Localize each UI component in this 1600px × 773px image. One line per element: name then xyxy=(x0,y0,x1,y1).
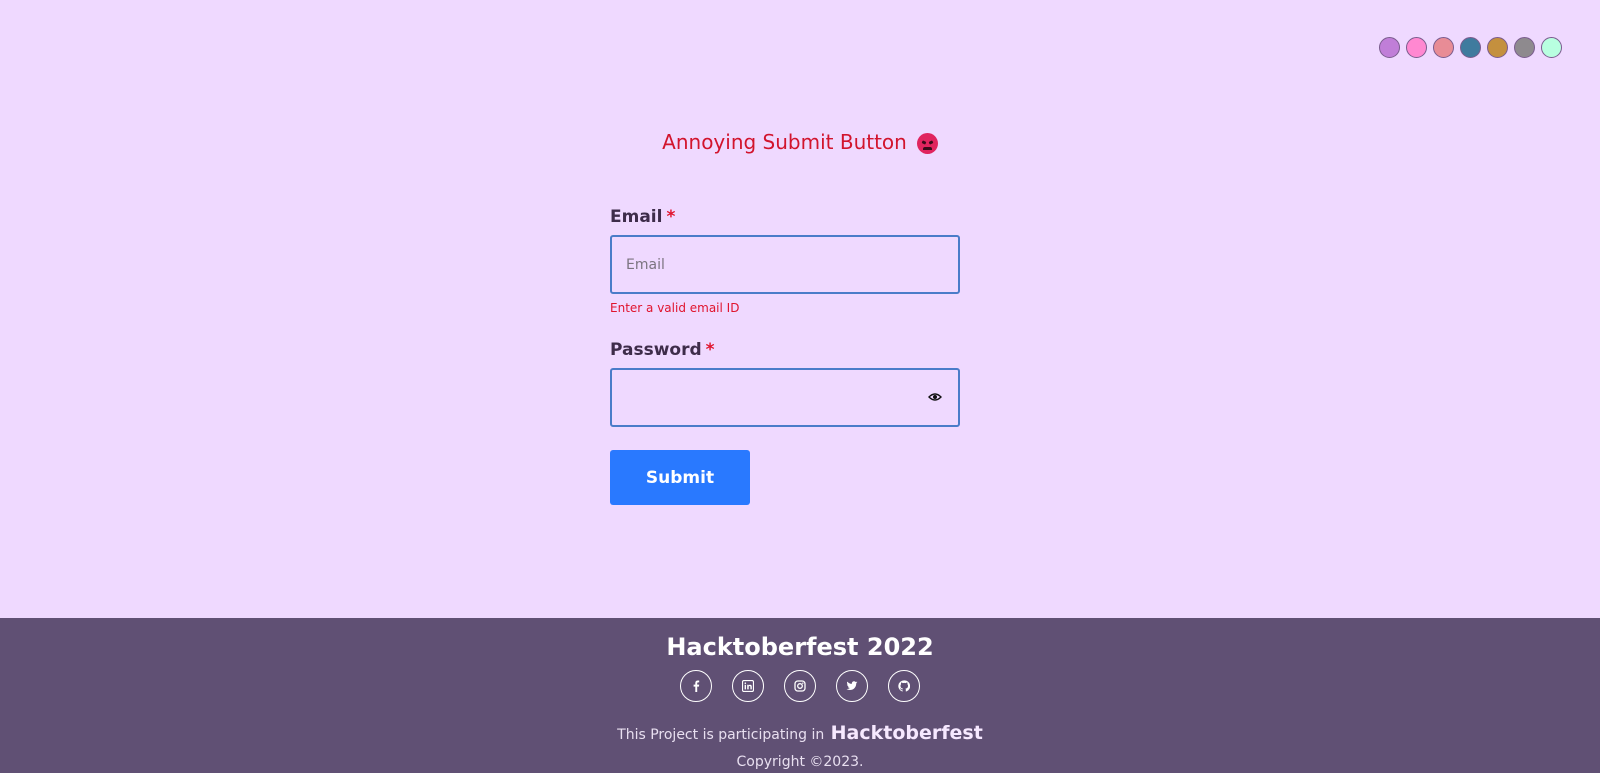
required-mark: * xyxy=(705,340,715,360)
password-label-text: Password xyxy=(610,340,702,360)
instagram-icon xyxy=(794,680,806,692)
eye-icon[interactable] xyxy=(928,392,942,402)
twitter-icon xyxy=(846,681,858,690)
theme-dot-rose[interactable] xyxy=(1433,37,1454,58)
angry-face-icon xyxy=(916,132,938,154)
email-field-box xyxy=(610,235,960,294)
facebook-icon xyxy=(693,680,700,692)
github-link[interactable] xyxy=(888,670,920,702)
required-mark: * xyxy=(666,207,676,227)
linkedin-icon xyxy=(742,680,754,692)
participating-text: This Project is participating in xyxy=(617,727,825,743)
theme-dot-gray[interactable] xyxy=(1514,37,1535,58)
theme-dot-pink[interactable] xyxy=(1406,37,1427,58)
email-label: Email * xyxy=(610,207,960,227)
theme-dot-mint[interactable] xyxy=(1541,37,1562,58)
email-error-text: Enter a valid email ID xyxy=(610,301,740,315)
submit-button[interactable]: Submit xyxy=(610,450,750,505)
theme-dot-teal[interactable] xyxy=(1460,37,1481,58)
social-links xyxy=(0,670,1600,702)
instagram-link[interactable] xyxy=(784,670,816,702)
copyright-text: Copyright ©2023. xyxy=(736,754,864,770)
password-field[interactable] xyxy=(612,370,958,425)
password-label: Password * xyxy=(610,340,960,360)
footer: Hacktoberfest 2022 This Project is parti… xyxy=(0,618,1600,773)
linkedin-link[interactable] xyxy=(732,670,764,702)
participating-line: This Project is participating in Hacktob… xyxy=(0,722,1600,744)
facebook-link[interactable] xyxy=(680,670,712,702)
page-title: Annoying Submit Button xyxy=(662,130,907,154)
title-row: Annoying Submit Button xyxy=(0,130,1600,154)
twitter-link[interactable] xyxy=(836,670,868,702)
footer-title: Hacktoberfest 2022 xyxy=(666,633,934,661)
password-field-box xyxy=(610,368,960,427)
theme-dot-gold[interactable] xyxy=(1487,37,1508,58)
theme-dot-purple[interactable] xyxy=(1379,37,1400,58)
email-label-text: Email xyxy=(610,207,663,227)
email-field[interactable] xyxy=(612,237,958,292)
github-icon xyxy=(898,680,910,692)
hacktoberfest-brand-link[interactable]: Hacktoberfest xyxy=(831,722,983,744)
login-form: Email* Enter a valid email ID Password* … xyxy=(610,207,960,505)
theme-switcher xyxy=(1379,37,1562,58)
